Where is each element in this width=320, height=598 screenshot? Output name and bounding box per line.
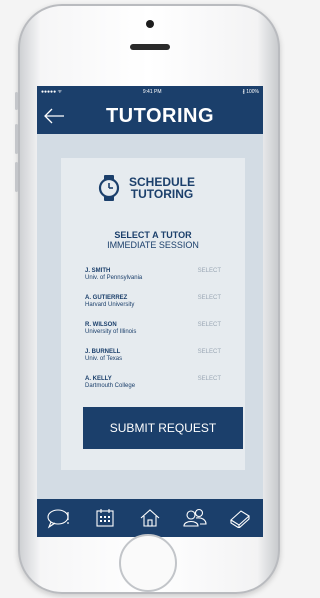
tab-calendar[interactable] [90,504,120,532]
tutor-school: University of Illinois [85,329,137,335]
tutor-name: A. GUTIERREZ [85,295,128,301]
tab-home[interactable] [135,504,165,532]
tutor-name: R. WILSON [85,322,117,328]
battery-indicator: ∦ 100% [242,89,259,95]
phone-frame: ●●●●● ᯤ 9:41 PM ∦ 100% TUTORING SCHEDULE… [18,4,280,594]
tutor-request-card: SCHEDULE TUTORING SELECT A TUTOR IMMEDIA… [61,158,245,470]
tutor-school: Harvard University [85,302,135,308]
back-arrow-icon[interactable] [43,107,65,125]
mute-switch [15,92,18,110]
watch-icon [98,175,120,201]
select-tutor-button[interactable]: SELECT [198,295,221,301]
select-tutor-button[interactable]: SELECT [198,349,221,355]
earpiece-speaker [130,44,170,50]
tutor-name: J. BURNELL [85,349,121,355]
tutor-school: Univ. of Pennsylvania [85,275,143,281]
tutor-row: A. GUTIERREZ Harvard University SELECT [61,295,245,322]
bottom-tab-bar [37,499,263,537]
schedule-line-2: TUTORING [130,187,194,201]
app-screen: ●●●●● ᯤ 9:41 PM ∦ 100% TUTORING SCHEDULE… [37,86,263,537]
volume-down-button [15,162,18,192]
front-camera [146,20,154,28]
select-tutor-title: SELECT A TUTOR [114,230,192,240]
hardware-home-button[interactable] [119,534,177,592]
tab-chat[interactable] [45,504,75,532]
status-bar: ●●●●● ᯤ 9:41 PM ∦ 100% [37,86,263,98]
signal-indicator: ●●●●● ᯤ [41,89,63,95]
tutor-name: A. KELLY [85,376,112,382]
tutor-name: J. SMITH [85,268,111,274]
volume-up-button [15,124,18,154]
select-tutor-button[interactable]: SELECT [198,322,221,328]
tutor-school: Dartmouth College [85,383,136,389]
tutor-row: J. BURNELL Univ. of Texas SELECT [61,349,245,376]
submit-request-button[interactable]: SUBMIT REQUEST [83,407,243,449]
tutor-row: R. WILSON University of Illinois SELECT [61,322,245,349]
tutor-school: Univ. of Texas [85,356,123,362]
select-tutor-button[interactable]: SELECT [198,376,221,382]
app-header: TUTORING [37,98,263,134]
people-icon [183,508,207,527]
session-type-label: IMMEDIATE SESSION [107,240,199,250]
schedule-tutoring-heading: SCHEDULE TUTORING [97,174,195,202]
tutor-row: A. KELLY Dartmouth College SELECT [61,376,245,403]
page-title: TUTORING [105,104,215,127]
book-icon [230,510,251,528]
calendar-icon [96,509,114,527]
tutor-row: J. SMITH Univ. of Pennsylvania SELECT [61,268,245,295]
status-time: 9:41 PM [142,89,162,95]
tutor-list: J. SMITH Univ. of Pennsylvania SELECT A.… [61,268,245,403]
select-tutor-button[interactable]: SELECT [198,268,221,274]
tab-book[interactable] [225,504,255,532]
tab-people[interactable] [180,504,210,532]
chat-icon [47,509,69,529]
home-icon [140,509,160,527]
